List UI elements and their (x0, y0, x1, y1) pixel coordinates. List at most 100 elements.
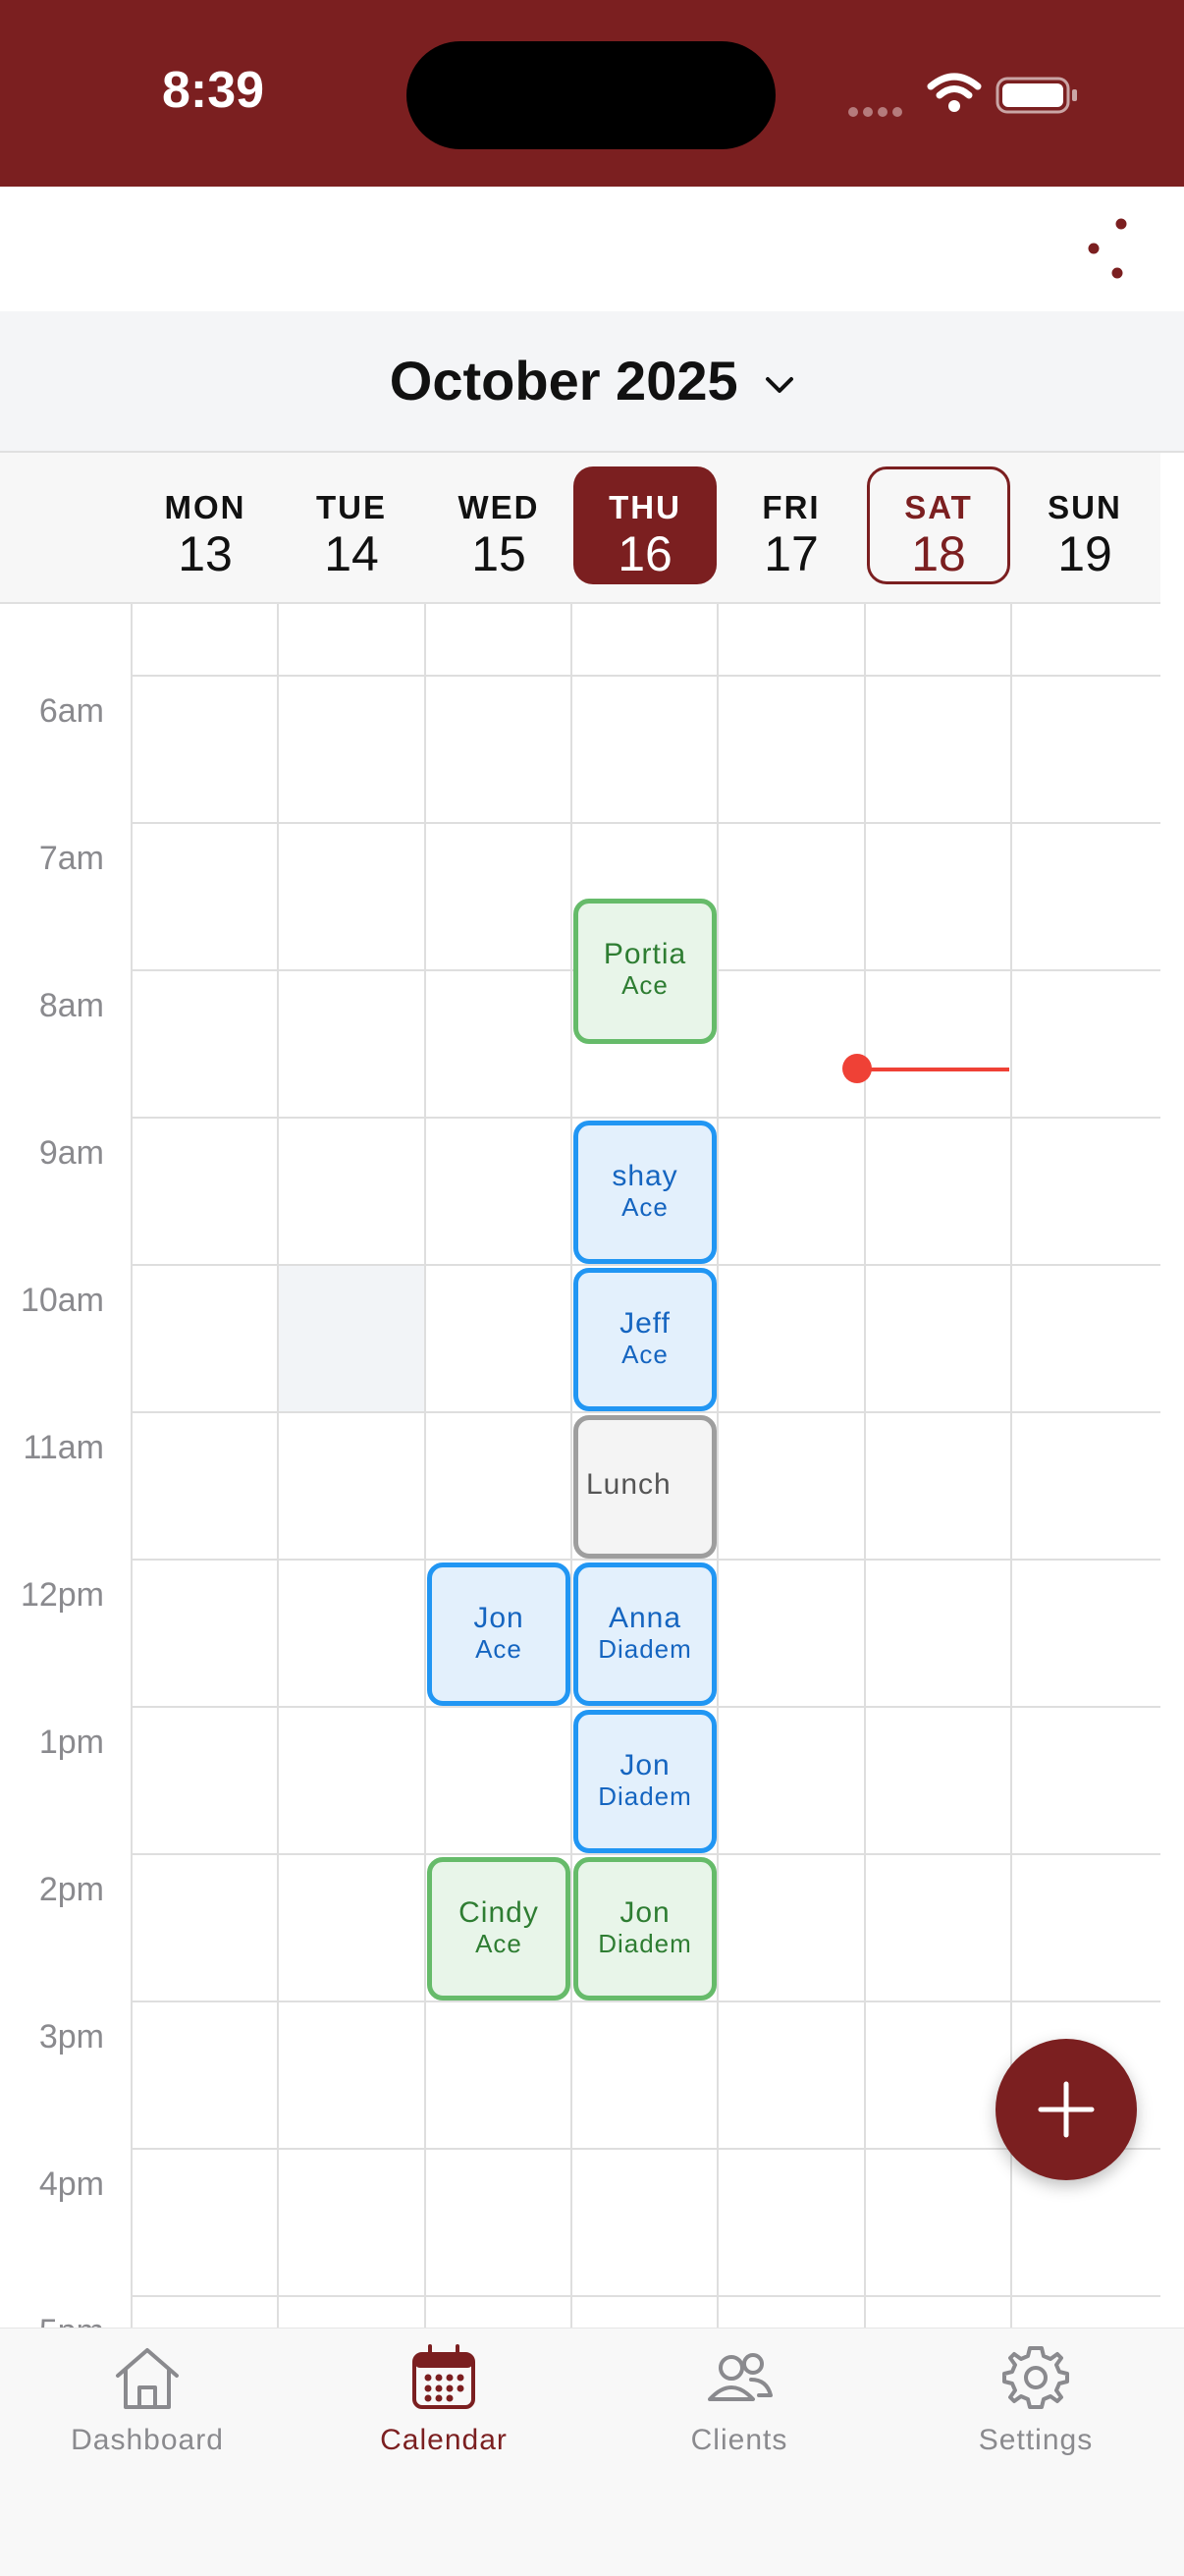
event-client: Jon (619, 1896, 671, 1929)
day-thu-today[interactable]: THU 16 (573, 466, 717, 584)
event-card[interactable]: shay Ace (573, 1121, 717, 1264)
day-name: MON (164, 489, 246, 525)
day-wed[interactable]: WED 15 (427, 466, 570, 584)
day-sat-selected[interactable]: SAT 18 (867, 466, 1010, 584)
blocked-time-slot (279, 1266, 424, 1411)
month-selector[interactable]: October 2025 (0, 349, 1184, 412)
day-sun[interactable]: SUN 19 (1013, 466, 1157, 584)
tab-calendar[interactable]: Calendar (296, 2342, 591, 2457)
hour-label: 10am (20, 1282, 104, 1319)
event-card[interactable]: Portia Ace (573, 899, 717, 1044)
day-tue[interactable]: TUE 14 (280, 466, 423, 584)
event-card-lunch[interactable]: Lunch (573, 1415, 717, 1559)
day-fri[interactable]: FRI 17 (720, 466, 863, 584)
event-client: Jon (473, 1602, 524, 1634)
day-mon[interactable]: MON 13 (134, 466, 277, 584)
hour-label: 12pm (20, 1576, 104, 1614)
hour-label: 4pm (38, 2165, 104, 2203)
event-card[interactable]: Jon Ace (427, 1562, 570, 1706)
day-name: SAT (904, 489, 973, 525)
month-label: October 2025 (389, 350, 738, 411)
day-date: 13 (178, 526, 233, 581)
hour-label: 9am (38, 1134, 104, 1172)
event-client: shay (612, 1160, 678, 1192)
event-location: Diadem (598, 1781, 692, 1811)
grid-hour-line (131, 1264, 1160, 1266)
grid-column-line (424, 604, 426, 2328)
grid-hour-line (131, 1559, 1160, 1561)
grid-hour-line (131, 2001, 1160, 2002)
day-name: THU (609, 489, 681, 525)
month-bar: October 2025 (0, 311, 1184, 453)
calendar-icon (412, 2344, 475, 2409)
current-time-line (856, 1068, 1009, 1071)
add-event-button[interactable] (996, 2039, 1137, 2180)
hour-label: 5pm (0, 2313, 104, 2328)
cellular-signal-icon (848, 104, 907, 122)
grid-hour-line (131, 822, 1160, 824)
event-location: Ace (621, 1340, 669, 1369)
tab-label: Calendar (380, 2424, 508, 2456)
battery-icon (996, 77, 1077, 114)
day-name: TUE (316, 489, 387, 525)
event-location: Diadem (598, 1634, 692, 1664)
day-date: 19 (1057, 526, 1112, 581)
day-date: 16 (618, 526, 673, 581)
day-date: 15 (471, 526, 526, 581)
dynamic-island (406, 41, 776, 149)
hour-label: 8am (38, 987, 104, 1024)
grid-hour-line (131, 2295, 1160, 2297)
hour-label: 7am (38, 840, 104, 877)
event-location: Ace (621, 970, 669, 1000)
grid-column-line (570, 604, 572, 2328)
event-client: Portia (603, 938, 687, 970)
event-location: Ace (475, 1929, 522, 1958)
status-time: 8:39 (162, 62, 265, 119)
grid-hour-line (131, 1117, 1160, 1119)
event-client: Cindy (458, 1896, 539, 1929)
hour-label: 1pm (38, 1724, 104, 1761)
grid-hour-line (131, 1853, 1160, 1855)
gear-icon (1002, 2346, 1069, 2409)
event-client: Jeff (619, 1307, 671, 1340)
event-title: Lunch (586, 1468, 672, 1501)
plus-icon (1038, 2081, 1095, 2138)
people-icon (708, 2353, 773, 2401)
day-date: 14 (324, 526, 379, 581)
event-card[interactable]: Jeff Ace (573, 1268, 717, 1411)
hour-label: 3pm (38, 2018, 104, 2055)
grid-column-line (131, 604, 133, 2328)
tab-label: Dashboard (71, 2424, 224, 2456)
tab-clients[interactable]: Clients (592, 2342, 887, 2457)
day-name: SUN (1048, 489, 1122, 525)
day-date: 18 (911, 526, 966, 581)
event-card[interactable]: Jon Diadem (573, 1710, 717, 1853)
event-card[interactable]: Anna Diadem (573, 1562, 717, 1706)
day-name: WED (457, 489, 540, 525)
hour-label: 6am (38, 692, 104, 730)
hour-label: 2pm (38, 1871, 104, 1908)
tab-label: Settings (978, 2424, 1094, 2456)
filter-sliders-icon[interactable] (1070, 214, 1147, 283)
search-icon[interactable] (941, 210, 1017, 287)
week-calendar-grid[interactable]: 6am 7am 8am 9am 10am 11am 12pm 1pm 2pm 3… (0, 604, 1184, 2328)
day-date: 17 (764, 526, 819, 581)
chevron-down-icon (766, 377, 794, 394)
event-client: Jon (619, 1749, 671, 1781)
grid-column-line (717, 604, 719, 2328)
event-client: Anna (608, 1602, 682, 1634)
tab-settings[interactable]: Settings (888, 2342, 1183, 2457)
grid-hour-line (131, 1706, 1160, 1708)
house-icon (116, 2348, 179, 2409)
event-card[interactable]: Jon Diadem (573, 1857, 717, 2001)
app-title: Pickleball Coach (36, 213, 490, 279)
event-card[interactable]: Cindy Ace (427, 1857, 570, 2001)
hour-label: 11am (23, 1429, 104, 1466)
app-header: 8:39 Pickleball Coach (0, 0, 1184, 284)
bottom-tab-bar: Dashboard Calendar Clients Settings (0, 2328, 1184, 2576)
tab-dashboard[interactable]: Dashboard (0, 2342, 295, 2457)
grid-hour-line (131, 675, 1160, 677)
grid-hour-line (131, 2148, 1160, 2150)
grid-column-line (864, 604, 866, 2328)
event-location: Ace (621, 1192, 669, 1222)
